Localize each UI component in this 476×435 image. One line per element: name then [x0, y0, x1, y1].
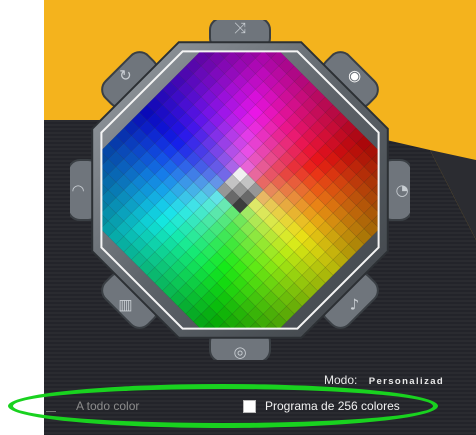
mode-value[interactable]: Personalizad	[369, 376, 444, 387]
highlight-ellipse	[8, 384, 438, 428]
mode-row: Modo: Personalizad	[324, 373, 444, 387]
shuffle-icon[interactable]: ⤨	[234, 20, 246, 37]
palette-icon[interactable]: ◉	[348, 66, 361, 84]
color-wheel[interactable]: ⤨ ◉ ◔ ♪ ◎ ▥ ◠ ↻	[70, 20, 410, 360]
brightness-icon[interactable]: ◔	[395, 181, 408, 199]
keyboard-light-app: ⤨ ◉ ◔ ♪ ◎ ▥ ◠ ↻ Modo: Personalizad A todo color…	[0, 0, 476, 435]
mode-label: Modo:	[324, 373, 358, 387]
rgb-bars-icon[interactable]: ▥	[118, 296, 132, 314]
spin-icon[interactable]: ↻	[119, 66, 132, 84]
music-icon[interactable]: ♪	[350, 296, 360, 314]
speed-icon[interactable]: ◎	[233, 343, 246, 360]
wave-icon[interactable]: ◠	[71, 181, 84, 199]
